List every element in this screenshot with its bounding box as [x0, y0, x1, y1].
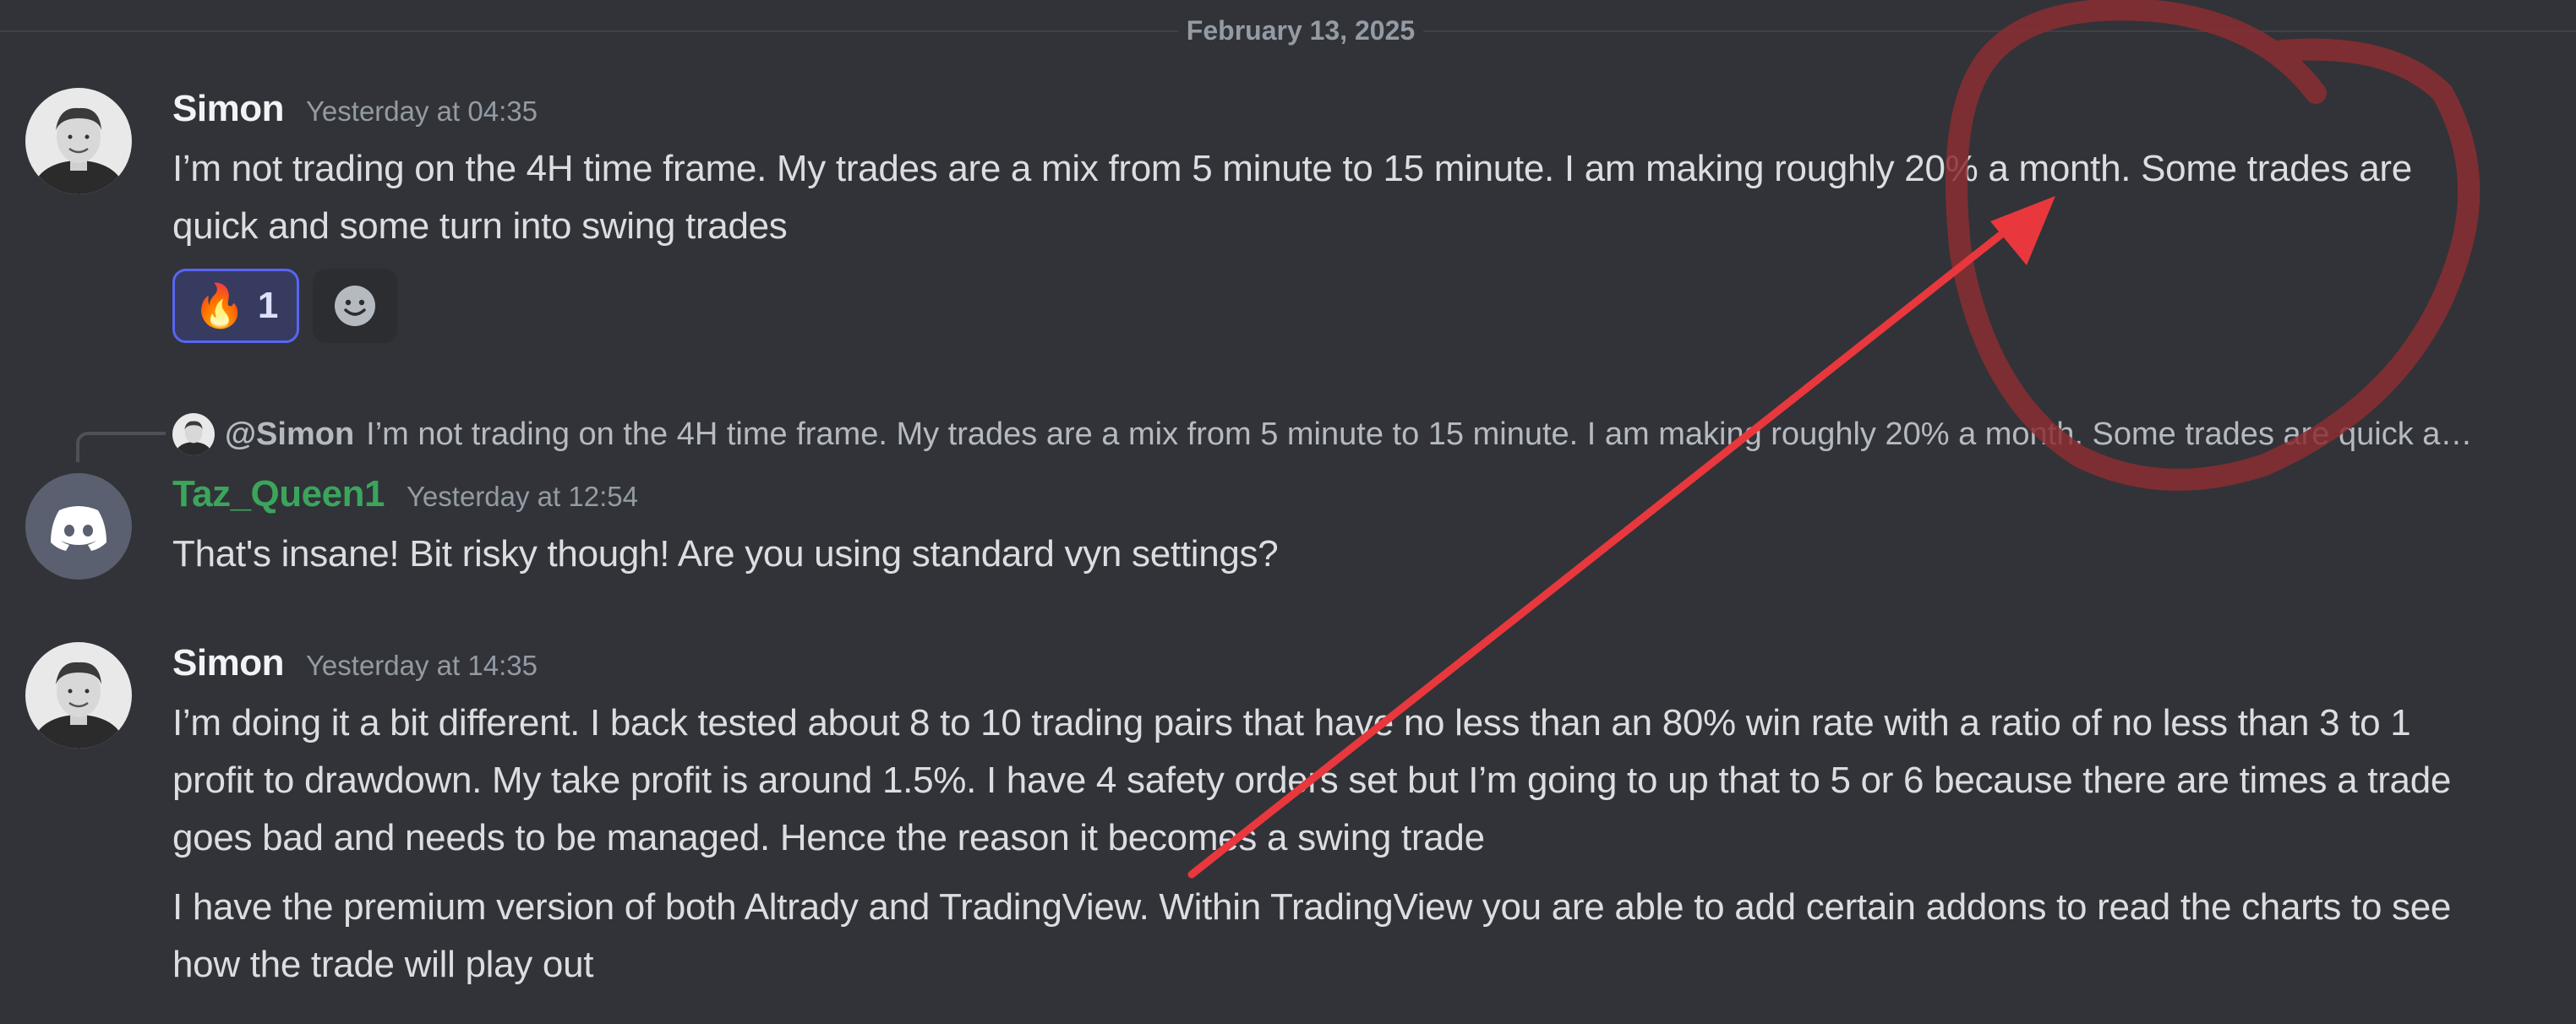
reply-avatar-image	[172, 413, 215, 455]
add-reaction-button[interactable]	[313, 269, 397, 343]
message-text: That's insane! Bit risky though! Are you…	[172, 533, 1279, 575]
reply-avatar	[172, 413, 215, 455]
avatar[interactable]	[25, 642, 132, 749]
message-header: Simon Yesterday at 04:35	[172, 88, 538, 139]
message-text: I’m not trading on the 4H time frame. My…	[172, 148, 2412, 247]
username[interactable]: Taz_Queen1	[172, 473, 385, 515]
avatar[interactable]	[25, 88, 132, 194]
message-paragraph: I have the premium version of both Altra…	[172, 886, 2452, 985]
fire-emoji-icon: 🔥	[193, 282, 246, 330]
reply-preview[interactable]: @Simon I’m not trading on the 4H time fr…	[172, 411, 2480, 458]
date-divider-label: February 13, 2025	[1178, 12, 1423, 49]
message-header: Simon Yesterday at 14:35	[172, 642, 538, 693]
reaction-count: 1	[257, 285, 279, 326]
reply-username[interactable]: @Simon	[225, 417, 354, 453]
discord-logo-icon	[51, 506, 106, 551]
add-reaction-smiley-icon	[335, 286, 375, 326]
reply-connector-line	[76, 432, 166, 462]
username[interactable]: Simon	[172, 88, 284, 130]
reply-text: I’m not trading on the 4H time frame. My…	[366, 416, 2480, 452]
avatar[interactable]	[25, 473, 132, 580]
reaction-fire[interactable]: 🔥 1	[172, 269, 299, 343]
timestamp[interactable]: Yesterday at 04:35	[306, 95, 538, 128]
message-paragraph: I’m doing it a bit different. I back tes…	[172, 702, 2452, 858]
timestamp[interactable]: Yesterday at 14:35	[306, 650, 538, 682]
user-avatar-image	[25, 88, 132, 194]
timestamp[interactable]: Yesterday at 12:54	[407, 481, 638, 513]
username[interactable]: Simon	[172, 642, 284, 684]
user-avatar-image	[25, 642, 132, 749]
message-header: Taz_Queen1 Yesterday at 12:54	[172, 473, 638, 524]
